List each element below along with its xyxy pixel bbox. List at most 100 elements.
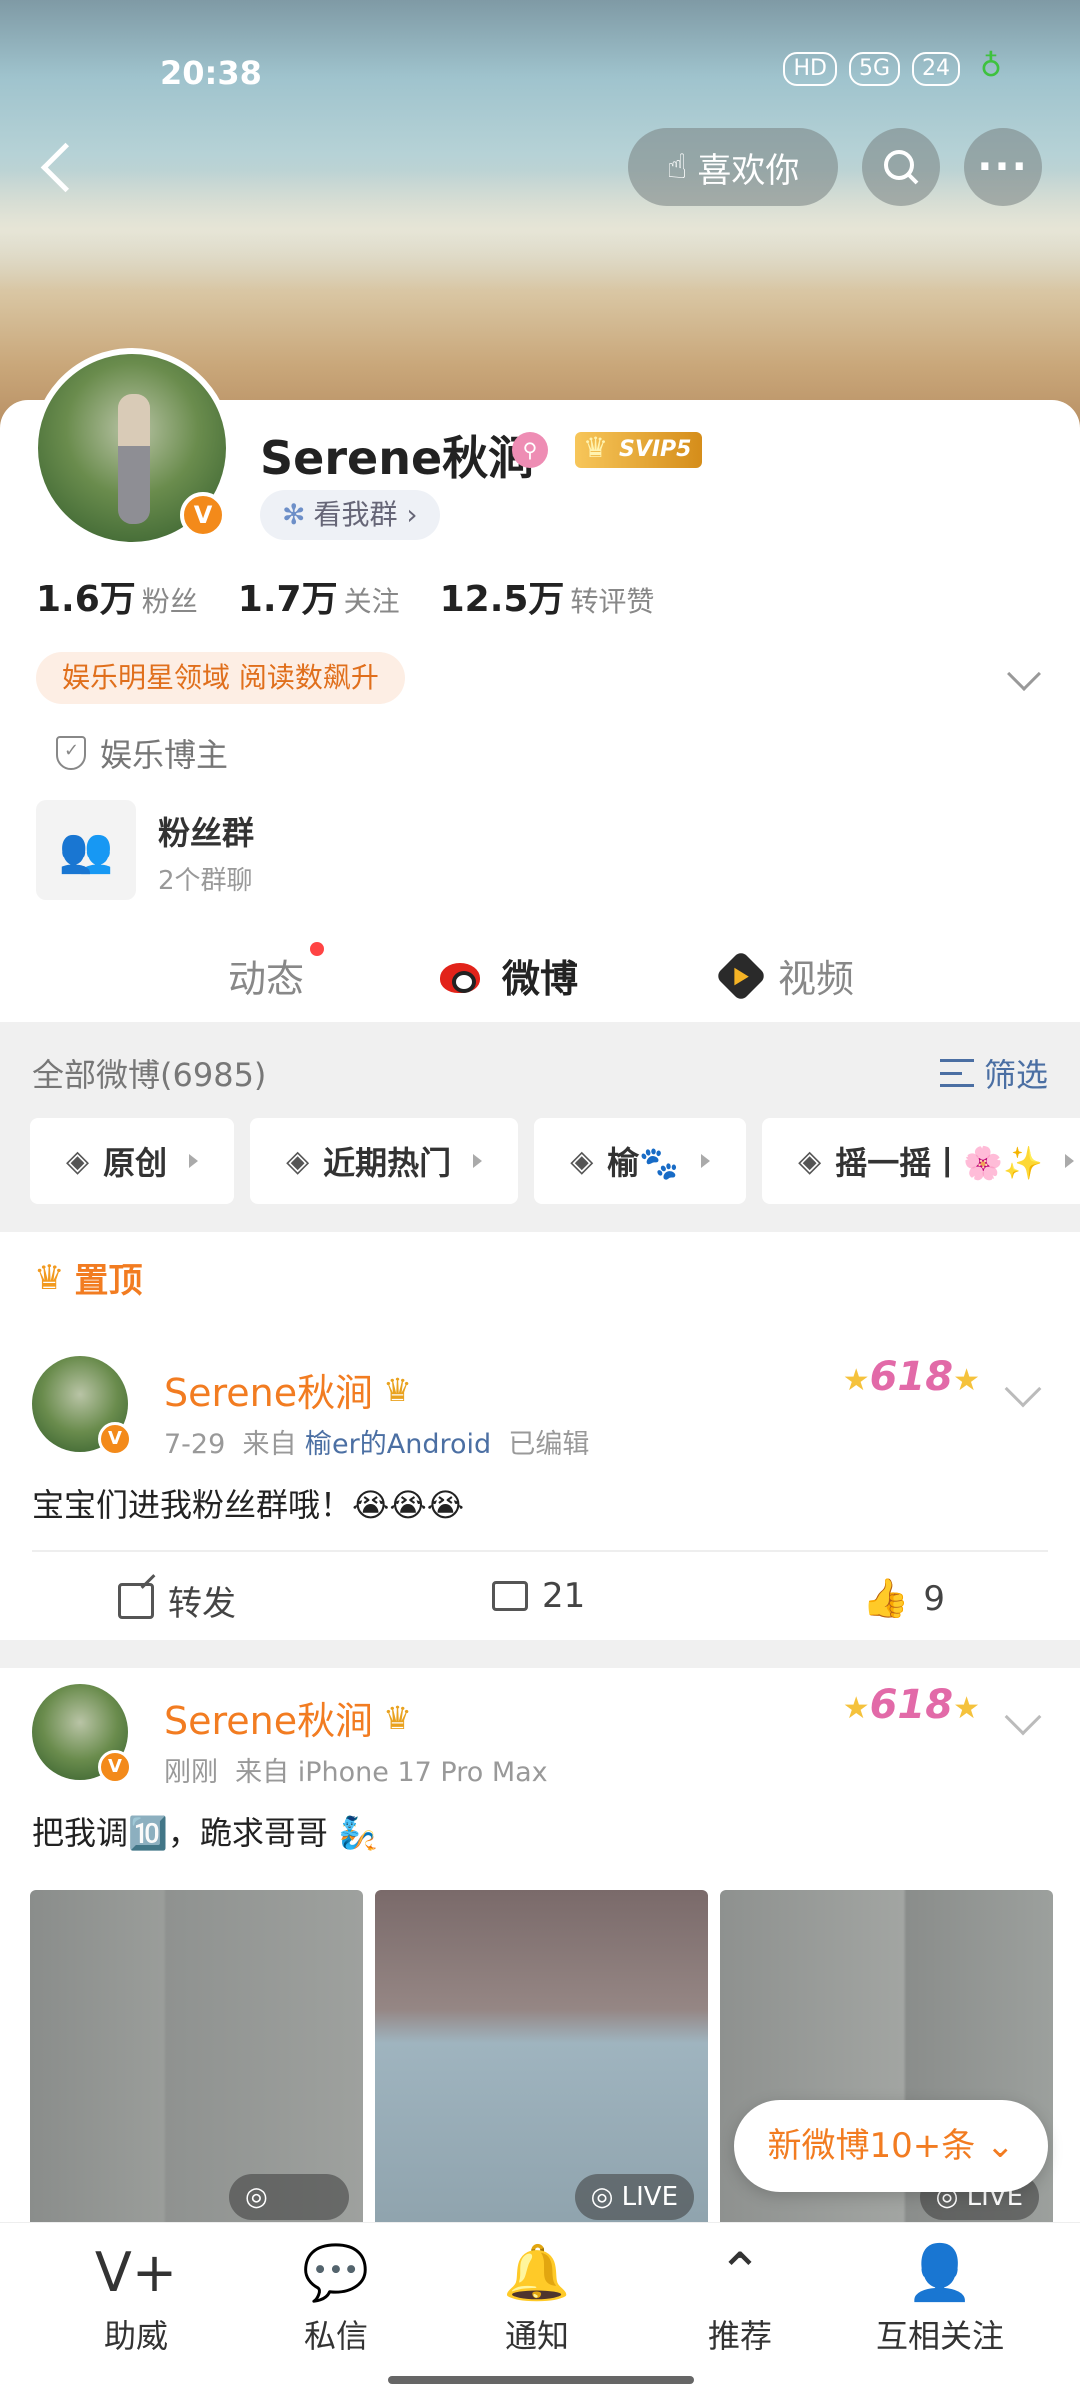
video-icon	[714, 949, 768, 1002]
nav-recommend[interactable]: ⌃ 推荐	[670, 2235, 810, 2357]
weibo-icon	[440, 957, 488, 995]
role-label: 娱乐博主	[100, 736, 229, 774]
pinned-label: ♛ 置顶	[34, 1257, 143, 1302]
svip-badge[interactable]: SVIP5	[575, 430, 702, 468]
triangle-right-icon	[701, 1154, 711, 1168]
post-count: 全部微博(6985)	[32, 1056, 267, 1094]
profile-tabs: 动态 微博 视频	[0, 930, 1080, 1034]
chip-yu[interactable]: ◈ 榆🐾	[534, 1118, 747, 1204]
search-button[interactable]	[862, 128, 940, 206]
like-you-button[interactable]: ☝ 喜欢你	[628, 128, 838, 206]
new-posts-button[interactable]: 新微博10+条 ⌄	[734, 2100, 1048, 2192]
back-button[interactable]	[30, 136, 90, 196]
decoration-618-icon: ★618★	[842, 1354, 980, 1400]
more-button[interactable]: ···	[964, 128, 1042, 206]
post-menu-chevron-icon[interactable]	[1004, 1698, 1042, 1736]
top-bar: ☝ 喜欢你 ···	[0, 128, 1080, 208]
tab-feed[interactable]: 动态	[228, 942, 324, 1003]
trend-tag[interactable]: 娱乐明星领域 阅读数飙升	[36, 652, 405, 704]
view-group-button[interactable]: ✻ 看我群 ›	[260, 490, 440, 540]
filter-button[interactable]: 筛选	[939, 1050, 1048, 1096]
nav-cheer[interactable]: V+ 助威	[66, 2235, 206, 2357]
unread-dot	[310, 942, 324, 956]
post-image[interactable]: ◎ LIVE	[375, 1890, 708, 2230]
chip-hot[interactable]: ◈ 近期热门	[250, 1118, 519, 1204]
fan-group-sub: 2个群聊	[158, 866, 253, 896]
like-you-label: 喜欢你	[697, 150, 800, 191]
user-follow-icon: 👤	[906, 2241, 974, 2304]
stat-following[interactable]: 1.7万 关注	[238, 570, 400, 622]
live-badge: ◎ LIVE	[574, 2174, 694, 2220]
role-row[interactable]: 娱乐博主	[56, 730, 228, 776]
bottom-nav: V+ 助威 💬 私信 🔔 通知 ⌃ 推荐 👤 互相关注	[0, 2222, 1080, 2400]
post-avatar[interactable]: V	[32, 1684, 132, 1784]
filter-chips: ◈ 原创 ◈ 近期热门 ◈ 榆🐾 ◈ 摇一摇丨🌸✨	[30, 1118, 1080, 1204]
cheer-icon: V+	[94, 2241, 178, 2304]
crown-icon: ♛	[383, 1698, 412, 1737]
shield-icon	[56, 736, 86, 770]
profile-page: 20:38 HD 5G 24 ♁ ☝ 喜欢你 ··· V Serene秋涧 ⚲ …	[0, 0, 1080, 2400]
triangle-right-icon	[473, 1154, 483, 1168]
nav-messages[interactable]: 💬 私信	[266, 2235, 406, 2357]
bell-icon: 🔔	[503, 2241, 571, 2304]
profile-stats: 1.6万 粉丝 1.7万 关注 12.5万 转评赞	[36, 570, 654, 622]
more-icon: ···	[977, 144, 1029, 190]
expand-chevron-icon[interactable]	[1007, 657, 1041, 691]
post-meta: 7-29 来自 榆er的Android 已编辑	[164, 1429, 590, 1460]
post-author[interactable]: Serene秋涧 ♛	[164, 1362, 412, 1417]
nav-notify[interactable]: 🔔 通知	[467, 2235, 607, 2357]
decoration-618-icon: ★618★	[842, 1682, 980, 1728]
post-actions: 转发 21 👍 9	[0, 1570, 1080, 1630]
layers-icon: ◈	[798, 1143, 822, 1179]
triangle-right-icon	[1064, 1154, 1074, 1168]
view-group-label: 看我群	[313, 498, 398, 531]
hd-icon: HD	[783, 52, 837, 86]
fan-group-title: 粉丝群	[158, 814, 255, 852]
hand-icon: ☝	[666, 147, 688, 187]
post-menu-chevron-icon[interactable]	[1004, 1370, 1042, 1408]
post-avatar[interactable]: V	[32, 1356, 132, 1456]
post-text[interactable]: 把我调🔟，跪求哥哥 🧞	[32, 1808, 378, 1854]
profile-card: V Serene秋涧 ⚲ SVIP5 ✻看我群 › 1.6万粉丝 1.7万关注 …	[0, 348, 1080, 1034]
up-circle-icon: ⌃	[717, 2241, 763, 2304]
post-author[interactable]: Serene秋涧 ♛	[164, 1690, 412, 1745]
post-source[interactable]: 榆er的Android	[305, 1429, 491, 1460]
message-icon: 💬	[302, 2241, 370, 2304]
comment-button[interactable]: 21	[492, 1576, 585, 1616]
snowflake-icon: ✻	[282, 498, 306, 531]
network-icon: 5G	[848, 52, 901, 86]
post-meta: 刚刚 来自 iPhone 17 Pro Max	[164, 1757, 548, 1788]
tab-weibo[interactable]: 微博	[440, 948, 578, 1003]
layers-icon: ◈	[570, 1143, 594, 1179]
comment-icon	[492, 1581, 528, 1611]
divider	[0, 1640, 1080, 1668]
live-badge: ◎	[229, 2174, 349, 2220]
post-card[interactable]: V Serene秋涧 ♛ 7-29 来自 榆er的Android 已编辑 ★618…	[0, 1340, 1080, 1640]
like-button[interactable]: 👍 9	[862, 1576, 945, 1621]
post-text[interactable]: 宝宝们进我粉丝群哦！😭😭😭	[32, 1480, 464, 1526]
thumbs-up-icon: 👍	[862, 1576, 910, 1620]
post-image[interactable]: ◎	[30, 1890, 363, 2230]
triangle-right-icon	[189, 1154, 199, 1168]
search-icon	[884, 150, 919, 185]
filter-icon	[939, 1059, 974, 1087]
pink-badge-icon[interactable]: ⚲	[512, 432, 548, 468]
tab-video[interactable]: 视频	[714, 948, 854, 1003]
bike-icon: ♁	[980, 49, 1002, 84]
share-icon	[118, 1582, 154, 1619]
stat-fans[interactable]: 1.6万 粉丝	[36, 570, 198, 622]
battery-icon: 24	[912, 52, 961, 86]
home-indicator[interactable]	[388, 2376, 694, 2384]
chip-original[interactable]: ◈ 原创	[30, 1118, 235, 1204]
status-icons: HD 5G 24 ♁	[783, 52, 1010, 86]
filter-bar: 全部微博(6985) 筛选 ◈ 原创 ◈ 近期热门 ◈ 榆🐾 ◈ 摇一摇丨🌸✨	[0, 1022, 1080, 1232]
repost-button[interactable]: 转发	[118, 1576, 236, 1625]
status-time: 20:38	[160, 54, 262, 92]
verified-badge-icon: V	[180, 492, 226, 538]
post-source: iPhone 17 Pro Max	[297, 1757, 548, 1788]
chip-shake[interactable]: ◈ 摇一摇丨🌸✨	[762, 1118, 1080, 1204]
nav-mutual-follow[interactable]: 👤 互相关注	[870, 2235, 1010, 2357]
layers-icon: ◈	[286, 1143, 310, 1179]
stat-interactions[interactable]: 12.5万 转评赞	[440, 570, 655, 622]
fan-group-entry[interactable]: 👥 粉丝群 2个群聊	[36, 800, 636, 900]
